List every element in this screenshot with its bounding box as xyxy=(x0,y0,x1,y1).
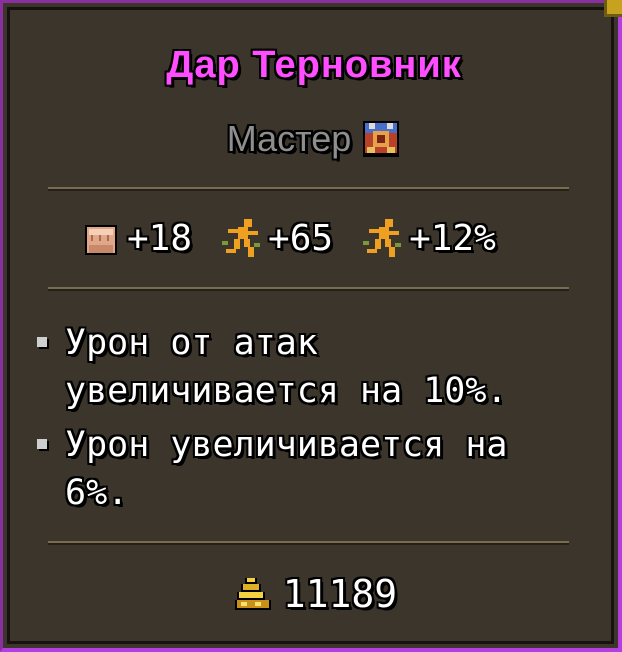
stat-agility-percent: +12% xyxy=(359,215,496,263)
item-tooltip-panel: Дар Терновник Мастер +18 +65 +12% Урон о… xyxy=(0,0,622,652)
armor-emblem-icon xyxy=(363,121,400,157)
effect-item: Урон от атак увеличивается на 10%. xyxy=(37,319,577,415)
bullet-icon xyxy=(37,337,47,347)
stats-row: +18 +65 +12% xyxy=(77,215,522,263)
stat-agility: +65 xyxy=(218,215,333,263)
running-figure-icon xyxy=(222,219,261,257)
divider-top xyxy=(48,187,569,191)
effect-item: Урон увеличивается на 6%. xyxy=(37,421,577,517)
effect-text: Урон от атак увеличивается на 10%. xyxy=(65,323,508,411)
stat-agility-percent-value: +12% xyxy=(409,218,496,259)
fist-icon xyxy=(85,225,117,255)
stat-power: +18 xyxy=(77,215,192,263)
rank-row: Мастер xyxy=(3,117,622,161)
effect-text: Урон увеличивается на 6%. xyxy=(65,425,508,513)
item-name: Дар Терновник xyxy=(166,44,462,86)
gold-coins-icon xyxy=(234,578,271,610)
item-rank: Мастер xyxy=(226,118,352,159)
effects-list: Урон от атак увеличивается на 10%. Урон … xyxy=(37,319,577,523)
running-figure-icon xyxy=(363,219,402,257)
bullet-icon xyxy=(37,439,47,449)
divider-bottom xyxy=(48,541,569,545)
stat-agility-value: +65 xyxy=(268,218,334,259)
price-value: 11189 xyxy=(282,572,398,616)
price-row: 11189 xyxy=(3,571,622,617)
stat-power-value: +18 xyxy=(127,218,193,259)
divider-middle xyxy=(48,287,569,291)
corner-ornament xyxy=(604,0,622,17)
